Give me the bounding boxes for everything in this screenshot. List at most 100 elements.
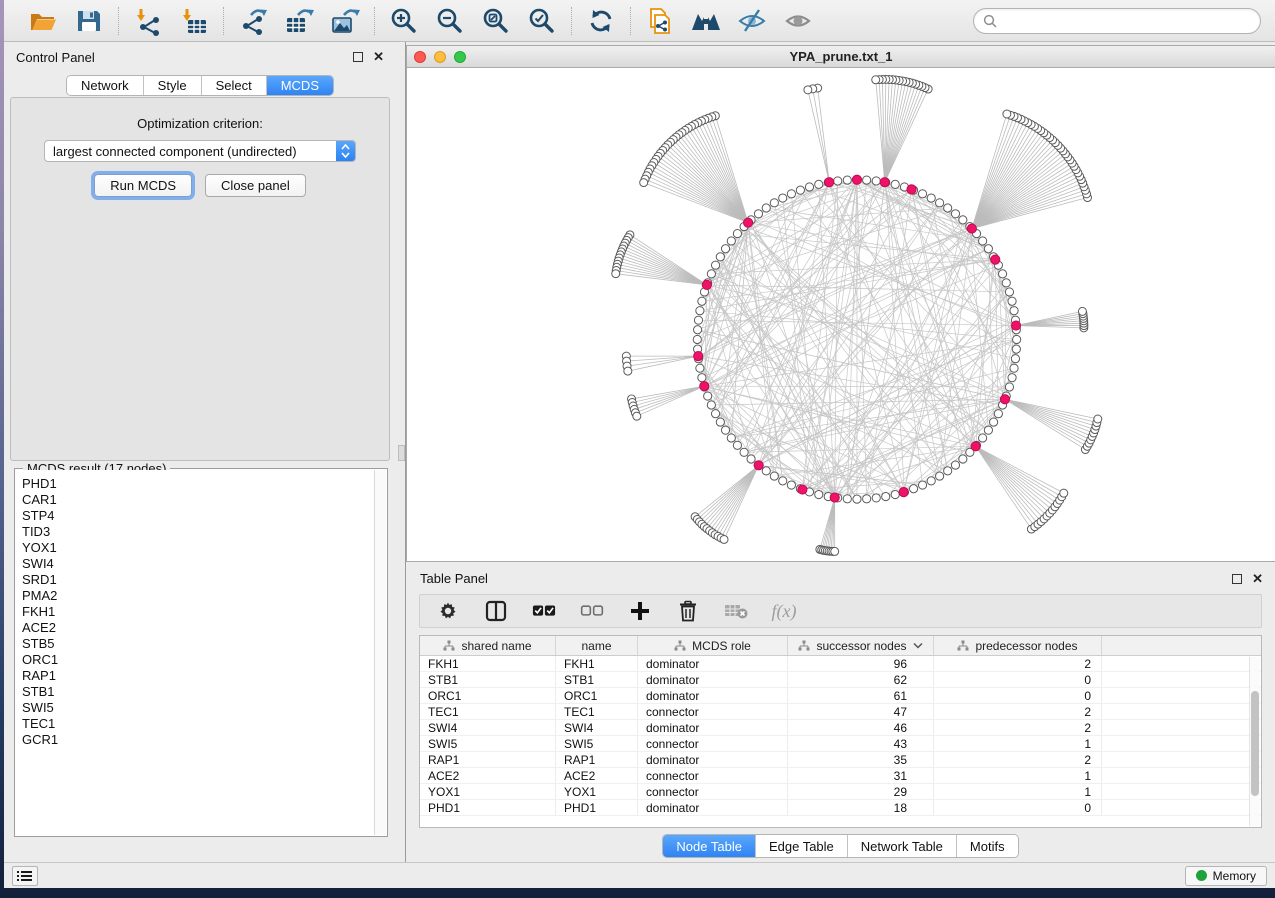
import-table-icon[interactable]: [178, 5, 210, 37]
float-table-panel-icon[interactable]: [1232, 574, 1242, 584]
tab-motifs[interactable]: Motifs: [957, 835, 1018, 857]
hide-selected-eye-icon[interactable]: [736, 5, 768, 37]
table-scrollbar-thumb[interactable]: [1251, 691, 1259, 796]
show-all-eye-icon[interactable]: [782, 5, 814, 37]
table-cell-filler: [1102, 720, 1261, 735]
mcds-result-item[interactable]: GCR1: [22, 732, 374, 748]
apply-layout-icon[interactable]: [585, 5, 617, 37]
window-close-icon[interactable]: [414, 51, 426, 63]
table-cell-name: STB1: [556, 672, 638, 687]
column-header-shared-name[interactable]: shared name: [420, 636, 556, 655]
zoom-selected-icon[interactable]: [526, 5, 558, 37]
column-manager-icon[interactable]: [484, 599, 508, 623]
memory-status-dot: [1196, 870, 1207, 881]
mcds-result-item[interactable]: STB5: [22, 636, 374, 652]
zoom-fit-icon[interactable]: [480, 5, 512, 37]
mcds-result-item[interactable]: CAR1: [22, 492, 374, 508]
table-cell-name: TEC1: [556, 704, 638, 719]
table-cell-filler: [1102, 672, 1261, 687]
splitter-grip[interactable]: [398, 445, 405, 461]
table-row[interactable]: FKH1FKH1dominator962: [420, 656, 1261, 672]
column-header-mcds-role[interactable]: MCDS role: [638, 636, 788, 655]
main-toolbar: [4, 0, 1275, 42]
column-header-name[interactable]: name: [556, 636, 638, 655]
tab-edge-table[interactable]: Edge Table: [756, 835, 848, 857]
clone-network-icon[interactable]: [644, 5, 676, 37]
tab-network-table[interactable]: Network Table: [848, 835, 957, 857]
zoom-out-icon[interactable]: [434, 5, 466, 37]
export-network-icon[interactable]: [237, 5, 269, 37]
zoom-in-icon[interactable]: [388, 5, 420, 37]
table-cell-successor-nodes: 46: [788, 720, 934, 735]
column-header-successor-nodes[interactable]: successor nodes: [788, 636, 934, 655]
mcds-result-item[interactable]: TID3: [22, 524, 374, 540]
deselect-all-checkboxes-icon[interactable]: [580, 599, 604, 623]
mcds-result-item[interactable]: YOX1: [22, 540, 374, 556]
table-cell-predecessor-nodes: 2: [934, 752, 1102, 767]
tab-select[interactable]: Select: [202, 76, 267, 95]
memory-button[interactable]: Memory: [1185, 866, 1267, 886]
table-row[interactable]: SWI4SWI4dominator462: [420, 720, 1261, 736]
tab-mcds[interactable]: MCDS: [267, 76, 333, 95]
open-file-icon[interactable]: [27, 5, 59, 37]
add-column-icon[interactable]: [628, 599, 652, 623]
table-row[interactable]: RAP1RAP1dominator352: [420, 752, 1261, 768]
table-row[interactable]: SWI5SWI5connector431: [420, 736, 1261, 752]
search-input[interactable]: [1002, 13, 1251, 28]
tab-node-table[interactable]: Node Table: [663, 835, 756, 857]
table-row[interactable]: STB1STB1dominator620: [420, 672, 1261, 688]
task-history-button[interactable]: [12, 866, 38, 886]
table-options-gear-icon[interactable]: [436, 599, 460, 623]
table-cell-mcds-role: connector: [638, 704, 788, 719]
mcds-result-item[interactable]: SWI4: [22, 556, 374, 572]
memory-label: Memory: [1213, 869, 1256, 883]
search-field[interactable]: [973, 8, 1261, 34]
delete-columns-trash-icon[interactable]: [676, 599, 700, 623]
select-all-checkboxes-icon[interactable]: [532, 599, 556, 623]
mcds-result-list[interactable]: PHD1CAR1STP4TID3YOX1SWI4SRD1PMA2FKH1ACE2…: [16, 470, 374, 835]
table-row[interactable]: TEC1TEC1connector472: [420, 704, 1261, 720]
tab-style[interactable]: Style: [144, 76, 202, 95]
mcds-result-item[interactable]: PHD1: [22, 476, 374, 492]
table-row[interactable]: YOX1YOX1connector291: [420, 784, 1261, 800]
table-row[interactable]: ACE2ACE2connector311: [420, 768, 1261, 784]
table-cell-mcds-role: dominator: [638, 720, 788, 735]
table-row[interactable]: PHD1PHD1dominator180: [420, 800, 1261, 816]
mcds-result-item[interactable]: STB1: [22, 684, 374, 700]
mcds-result-item[interactable]: SRD1: [22, 572, 374, 588]
close-table-panel-icon[interactable]: ✕: [1252, 574, 1263, 584]
table-cell-shared-name: SWI4: [420, 720, 556, 735]
result-list-scrollbar[interactable]: [374, 470, 386, 835]
tab-network[interactable]: Network: [67, 76, 144, 95]
first-neighbors-icon[interactable]: [690, 5, 722, 37]
mcds-result-item[interactable]: FKH1: [22, 604, 374, 620]
window-zoom-icon[interactable]: [454, 51, 466, 63]
float-panel-icon[interactable]: [353, 52, 363, 62]
mcds-result-item[interactable]: STP4: [22, 508, 374, 524]
mcds-result-item[interactable]: ORC1: [22, 652, 374, 668]
mcds-result-item[interactable]: PMA2: [22, 588, 374, 604]
mcds-result-item[interactable]: TEC1: [22, 716, 374, 732]
export-image-icon[interactable]: [329, 5, 361, 37]
dropdown-stepper-icon: [336, 141, 355, 161]
save-session-icon[interactable]: [73, 5, 105, 37]
run-mcds-button[interactable]: Run MCDS: [94, 174, 192, 197]
table-cell-successor-nodes: 47: [788, 704, 934, 719]
import-network-icon[interactable]: [132, 5, 164, 37]
table-cell-predecessor-nodes: 1: [934, 736, 1102, 751]
close-panel-button[interactable]: Close panel: [205, 174, 306, 197]
mcds-result-item[interactable]: RAP1: [22, 668, 374, 684]
mcds-result-item[interactable]: ACE2: [22, 620, 374, 636]
window-minimize-icon[interactable]: [434, 51, 446, 63]
column-header-filler: [1102, 636, 1261, 655]
table-row[interactable]: ORC1ORC1dominator610: [420, 688, 1261, 704]
column-header-predecessor-nodes[interactable]: predecessor nodes: [934, 636, 1102, 655]
close-panel-icon[interactable]: ✕: [373, 52, 384, 62]
network-canvas[interactable]: [407, 68, 1275, 561]
panel-splitter[interactable]: [396, 42, 406, 862]
optimization-criterion-select[interactable]: largest connected component (undirected): [44, 140, 356, 162]
mcds-result-item[interactable]: SWI5: [22, 700, 374, 716]
delete-table-icon: [724, 599, 748, 623]
table-scrollbar[interactable]: [1249, 657, 1260, 826]
export-table-icon[interactable]: [283, 5, 315, 37]
